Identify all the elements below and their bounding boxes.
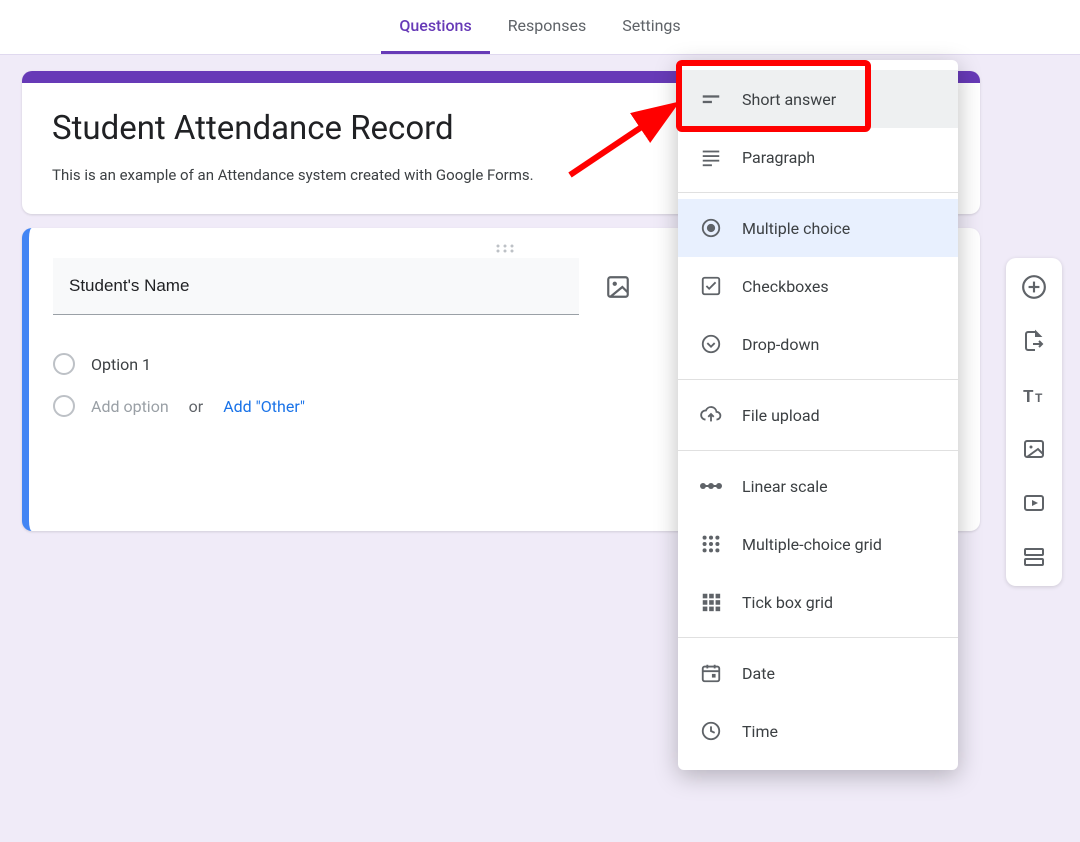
- linear-scale-icon: [698, 473, 724, 499]
- menu-file-upload[interactable]: File upload: [678, 386, 958, 444]
- menu-time[interactable]: Time: [678, 702, 958, 760]
- menu-label: Short answer: [742, 90, 836, 109]
- radio-icon: [53, 353, 75, 375]
- menu-multiple-choice[interactable]: Multiple choice: [678, 199, 958, 257]
- menu-tick-grid[interactable]: Tick box grid: [678, 573, 958, 631]
- menu-checkboxes[interactable]: Checkboxes: [678, 257, 958, 315]
- menu-label: Paragraph: [742, 148, 815, 167]
- checkbox-icon: [698, 273, 724, 299]
- tab-questions[interactable]: Questions: [381, 0, 489, 54]
- radio-icon: [698, 215, 724, 241]
- tick-grid-icon: [698, 589, 724, 615]
- short-answer-icon: [698, 86, 724, 112]
- menu-label: Date: [742, 664, 775, 683]
- menu-label: Drop-down: [742, 335, 819, 354]
- side-toolbar: TT: [1006, 258, 1062, 586]
- paragraph-icon: [698, 144, 724, 170]
- svg-text:T: T: [1023, 387, 1034, 407]
- dropdown-icon: [698, 331, 724, 357]
- tab-bar: Questions Responses Settings: [0, 0, 1080, 55]
- add-question-button[interactable]: [1019, 272, 1049, 302]
- add-video-button[interactable]: [1019, 488, 1049, 518]
- option-text[interactable]: Option 1: [91, 355, 151, 374]
- mc-grid-icon: [698, 531, 724, 557]
- question-title-input[interactable]: [53, 258, 579, 315]
- import-questions-button[interactable]: [1019, 326, 1049, 356]
- add-other-button[interactable]: Add "Other": [223, 397, 305, 416]
- menu-date[interactable]: Date: [678, 644, 958, 702]
- date-icon: [698, 660, 724, 686]
- time-icon: [698, 718, 724, 744]
- menu-label: Time: [742, 722, 778, 741]
- tab-settings[interactable]: Settings: [604, 0, 698, 54]
- upload-icon: [698, 402, 724, 428]
- menu-dropdown[interactable]: Drop-down: [678, 315, 958, 373]
- question-type-menu: Short answer Paragraph Multiple choice C…: [678, 60, 958, 770]
- svg-text:T: T: [1035, 391, 1043, 405]
- add-option-text[interactable]: Add option: [91, 397, 169, 416]
- menu-linear-scale[interactable]: Linear scale: [678, 457, 958, 515]
- add-image-button[interactable]: [597, 266, 639, 308]
- menu-short-answer[interactable]: Short answer: [678, 70, 958, 128]
- or-text: or: [185, 397, 208, 416]
- menu-label: Multiple choice: [742, 219, 850, 238]
- menu-mc-grid[interactable]: Multiple-choice grid: [678, 515, 958, 573]
- add-section-button[interactable]: [1019, 542, 1049, 572]
- menu-label: File upload: [742, 406, 820, 425]
- add-title-button[interactable]: TT: [1019, 380, 1049, 410]
- radio-icon: [53, 395, 75, 417]
- add-image-button-toolbar[interactable]: [1019, 434, 1049, 464]
- menu-label: Tick box grid: [742, 593, 833, 612]
- menu-label: Multiple-choice grid: [742, 535, 882, 554]
- menu-label: Checkboxes: [742, 277, 829, 296]
- menu-label: Linear scale: [742, 477, 828, 496]
- menu-paragraph[interactable]: Paragraph: [678, 128, 958, 186]
- tab-responses[interactable]: Responses: [490, 0, 605, 54]
